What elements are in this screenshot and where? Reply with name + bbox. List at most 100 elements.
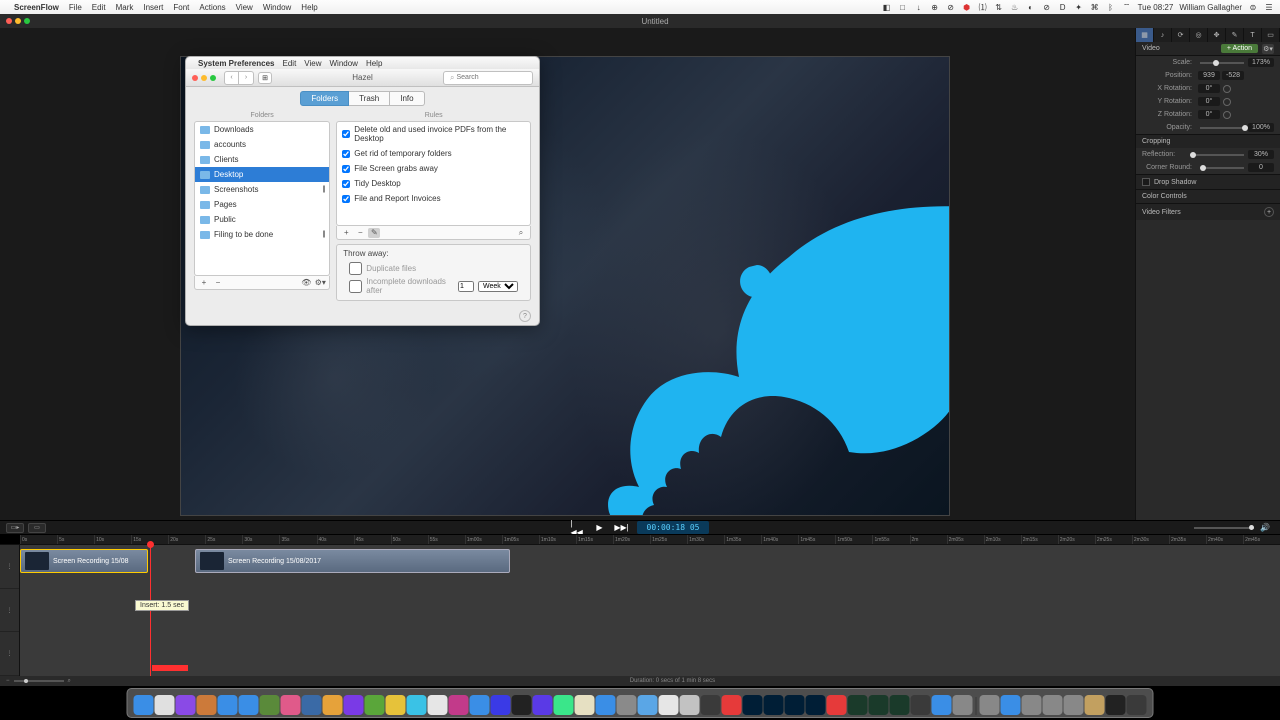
dock-item[interactable]	[932, 695, 952, 715]
scale-slider[interactable]	[1200, 62, 1244, 64]
prev-icon[interactable]: |◀◀	[571, 523, 585, 533]
dock-item[interactable]	[1043, 695, 1063, 715]
tab-trash[interactable]: Trash	[349, 91, 390, 106]
preview-icon[interactable]: 👁	[300, 278, 312, 288]
period-value[interactable]	[458, 281, 474, 292]
dock-item[interactable]	[176, 695, 196, 715]
rule-item[interactable]: File and Report Invoices	[337, 191, 530, 206]
add-rule-button[interactable]: +	[340, 228, 352, 238]
close-icon[interactable]	[192, 75, 198, 81]
clip-2[interactable]: Screen Recording 15/08/2017	[195, 549, 510, 573]
corner-slider[interactable]	[1200, 167, 1244, 169]
dock-item[interactable]	[302, 695, 322, 715]
dock-item[interactable]	[197, 695, 217, 715]
status-icon[interactable]: ⑴	[978, 2, 988, 12]
dock-item[interactable]	[428, 695, 448, 715]
dock-item[interactable]	[134, 695, 154, 715]
dock-item[interactable]	[323, 695, 343, 715]
dock-item[interactable]	[890, 695, 910, 715]
rule-item[interactable]: Tidy Desktop	[337, 176, 530, 191]
dock-item[interactable]	[281, 695, 301, 715]
dock-item[interactable]	[764, 695, 784, 715]
ruler-tick[interactable]: 2m15s	[1021, 535, 1058, 544]
rule-checkbox[interactable]	[342, 130, 350, 138]
cropping-section[interactable]: Cropping	[1142, 138, 1170, 145]
ruler-tick[interactable]: 45s	[354, 535, 391, 544]
dock-item[interactable]	[1127, 695, 1147, 715]
xrot-value[interactable]: 0°	[1198, 84, 1220, 93]
clock[interactable]: Tue 08:27	[1138, 3, 1174, 12]
gear-icon[interactable]: ⚙▾	[1262, 44, 1274, 54]
tab-folders[interactable]: Folders	[300, 91, 349, 106]
dock-item[interactable]	[365, 695, 385, 715]
zoom-out-icon[interactable]: −	[6, 678, 10, 684]
dock-item[interactable]	[260, 695, 280, 715]
scale-value[interactable]: 173%	[1248, 58, 1274, 67]
dock-item[interactable]	[638, 695, 658, 715]
folder-item[interactable]: Screenshots||	[195, 182, 329, 197]
position-x[interactable]: 939	[1198, 71, 1220, 80]
dock-item[interactable]	[659, 695, 679, 715]
tab-touch-icon[interactable]: ✥	[1208, 28, 1226, 42]
folder-item[interactable]: Downloads	[195, 122, 329, 137]
dock-item[interactable]	[827, 695, 847, 715]
status-icon[interactable]: ◧	[882, 2, 892, 12]
edit-rule-button[interactable]: ✎	[368, 228, 380, 238]
ruler-tick[interactable]: 2m35s	[1169, 535, 1206, 544]
ruler-tick[interactable]: 20s	[168, 535, 205, 544]
rotation-dial-icon[interactable]	[1223, 98, 1231, 106]
zrot-value[interactable]: 0°	[1198, 110, 1220, 119]
ruler-tick[interactable]: 1m55s	[872, 535, 909, 544]
tab-media-icon[interactable]: ▭	[1262, 28, 1280, 42]
ruler-tick[interactable]: 55s	[428, 535, 465, 544]
tab-callout-icon[interactable]: ◎	[1190, 28, 1208, 42]
dock-item[interactable]	[218, 695, 238, 715]
menu-font[interactable]: Font	[173, 3, 189, 12]
gear-icon[interactable]: ⚙▾	[314, 278, 326, 288]
remove-folder-button[interactable]: −	[212, 278, 224, 288]
dock-item[interactable]	[1001, 695, 1021, 715]
rule-item[interactable]: Get rid of temporary folders	[337, 146, 530, 161]
tab-annotation-icon[interactable]: ✎	[1226, 28, 1244, 42]
system-preferences-window[interactable]: System Preferences Edit View Window Help…	[185, 56, 540, 326]
dock-item[interactable]	[785, 695, 805, 715]
opacity-slider[interactable]	[1200, 127, 1244, 129]
ruler-tick[interactable]: 1m05s	[502, 535, 539, 544]
ruler-tick[interactable]: 40s	[317, 535, 354, 544]
forward-icon[interactable]: ›	[239, 72, 253, 84]
dock-item[interactable]	[701, 695, 721, 715]
status-icon[interactable]: ♨	[1010, 2, 1020, 12]
folder-item[interactable]: accounts	[195, 137, 329, 152]
app-name[interactable]: ScreenFlow	[14, 3, 59, 12]
status-icon[interactable]: ⊕	[930, 2, 940, 12]
reflection-slider[interactable]	[1190, 154, 1244, 156]
rule-checkbox[interactable]	[342, 150, 350, 158]
spotlight-icon[interactable]: ⊜	[1248, 2, 1258, 12]
dock-item[interactable]	[1064, 695, 1084, 715]
tab-video-icon[interactable]: ▦	[1136, 28, 1154, 42]
timeline[interactable]: ⋮ ⋮ ⋮ Screen Recording 15/08 Screen Reco…	[0, 544, 1280, 676]
rotation-dial-icon[interactable]	[1223, 111, 1231, 119]
rotation-dial-icon[interactable]	[1223, 85, 1231, 93]
sp-app-name[interactable]: System Preferences	[198, 59, 275, 68]
track-header-1[interactable]: ⋮	[0, 545, 19, 589]
search-input[interactable]	[456, 74, 526, 81]
clip-1[interactable]: Screen Recording 15/08	[20, 549, 148, 573]
menu-window[interactable]: Window	[263, 3, 291, 12]
status-icon[interactable]: ⬢	[962, 2, 972, 12]
timecode[interactable]: 00:00:18 05	[637, 521, 710, 534]
dock-item[interactable]	[617, 695, 637, 715]
play-icon[interactable]: ▶	[593, 523, 607, 533]
track-header-2[interactable]: ⋮	[0, 589, 19, 633]
clip-mode-icon[interactable]: ▭▸	[6, 523, 24, 533]
status-icon[interactable]: ↓	[914, 2, 924, 12]
dock-item[interactable]	[1085, 695, 1105, 715]
sp-menu-edit[interactable]: Edit	[283, 59, 297, 68]
tab-text-icon[interactable]: T	[1244, 28, 1262, 42]
menu-file[interactable]: File	[69, 3, 82, 12]
ruler-tick[interactable]: 2m30s	[1132, 535, 1169, 544]
rule-item[interactable]: Delete old and used invoice PDFs from th…	[337, 122, 530, 146]
dock-item[interactable]	[911, 695, 931, 715]
folder-item[interactable]: Public	[195, 212, 329, 227]
menu-view[interactable]: View	[236, 3, 253, 12]
